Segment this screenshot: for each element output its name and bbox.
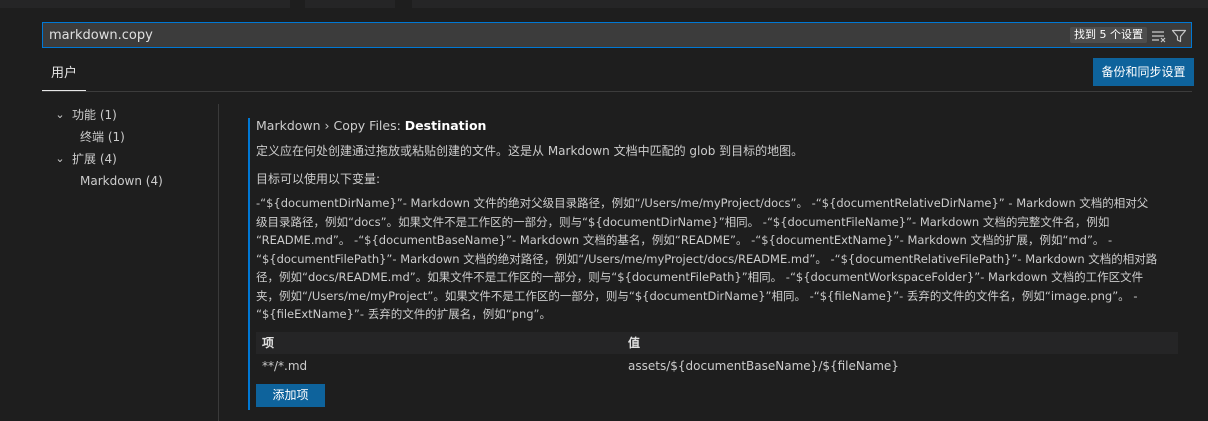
settings-search-box[interactable]: 找到 5 个设置 xyxy=(42,22,1192,48)
toc-item-features[interactable]: ⌄ 功能 (1) xyxy=(42,104,218,126)
setting-category: Markdown › Copy Files: xyxy=(256,118,405,133)
backup-sync-settings-button[interactable]: 备份和同步设置 xyxy=(1093,58,1194,86)
toc-item-extensions[interactable]: ⌄ 扩展 (4) xyxy=(42,148,218,170)
variables-line: 径，例如“docs/README.md”。如果文件不是工作区的一部分，则与“${… xyxy=(256,270,1144,284)
setting-variables-text: -“${documentDirName}”- Markdown 文件的绝对父级目… xyxy=(256,194,1186,324)
variables-line: 级目录路径，例如“docs”。如果文件不是工作区的一部分，则与“${docume… xyxy=(256,214,1110,229)
variables-line: 夹，例如“/Users/me/myProject”。如果文件不是工作区的一部分，… xyxy=(256,288,1138,303)
focused-setting-indicator xyxy=(248,118,250,410)
toc-separator xyxy=(218,104,219,421)
settings-toc: ⌄ 功能 (1) 终端 (1) ⌄ 扩展 (4) Markdown (4) xyxy=(42,104,218,192)
editor-tab-strip xyxy=(0,0,1208,8)
table-row[interactable]: **/*.md assets/${documentBaseName}/${fil… xyxy=(256,354,1178,378)
setting-description: 定义应在何处创建通过拖放或粘贴创建的文件。这是从 Markdown 文档中匹配的… xyxy=(256,144,804,158)
table-header: 项 值 xyxy=(256,332,1178,354)
editor-tab-segment xyxy=(305,0,395,8)
chevron-down-icon[interactable]: ⌄ xyxy=(54,148,66,170)
toc-item-label: Markdown (4) xyxy=(80,174,163,188)
toc-item-markdown[interactable]: Markdown (4) xyxy=(42,170,218,192)
filter-icon[interactable] xyxy=(1171,28,1187,43)
setting-vars-intro: 目标可以使用以下变量: xyxy=(256,172,381,186)
table-cell-key[interactable]: **/*.md xyxy=(262,354,307,378)
chevron-down-icon[interactable]: ⌄ xyxy=(54,104,66,126)
settings-search-input[interactable] xyxy=(43,23,1043,47)
column-header-item: 项 xyxy=(262,336,275,350)
setting-key-value-table: 项 值 **/*.md assets/${documentBaseName}/$… xyxy=(256,332,1178,378)
variables-line: “README.md”。 -“${documentBaseName}”- Mar… xyxy=(256,233,1113,247)
search-result-count-badge: 找到 5 个设置 xyxy=(1070,27,1147,43)
column-header-value: 值 xyxy=(628,336,641,350)
variables-line: “${documentFilePath}”- Markdown 文档的绝对路径，… xyxy=(256,251,1158,266)
tab-user[interactable]: 用户 xyxy=(42,58,86,90)
toc-item-label: 终端 (1) xyxy=(80,130,125,144)
clear-filter-icon[interactable] xyxy=(1151,28,1167,43)
variables-line: -“${documentDirName}”- Markdown 文件的绝对父级目… xyxy=(256,196,1149,210)
toc-item-label: 扩展 (4) xyxy=(72,152,117,166)
toc-item-terminal[interactable]: 终端 (1) xyxy=(42,126,218,148)
setting-title: Markdown › Copy Files: Destination xyxy=(256,118,486,133)
add-item-button[interactable]: 添加项 xyxy=(256,384,325,407)
editor-tab-segment xyxy=(412,0,1208,8)
setting-name: Destination xyxy=(404,118,487,133)
tabs-divider xyxy=(42,91,1192,92)
variables-line: “${fileExtName}”- 丢弃的文件的扩展名，例如“png”。 xyxy=(256,307,551,321)
editor-tab-segment xyxy=(0,0,290,8)
toc-item-label: 功能 (1) xyxy=(72,108,117,122)
table-cell-value[interactable]: assets/${documentBaseName}/${fileName} xyxy=(628,354,899,378)
